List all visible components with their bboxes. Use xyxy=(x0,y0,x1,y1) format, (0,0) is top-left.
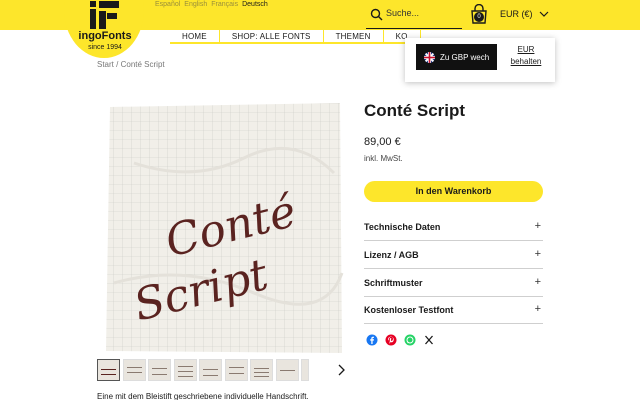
breadcrumb: Start / Conté Script xyxy=(97,60,165,69)
plus-icon: + xyxy=(534,276,541,288)
ingofonts-logo-icon[interactable] xyxy=(89,1,121,31)
thumbnail[interactable] xyxy=(148,359,171,381)
accordion-test-font[interactable]: Kostenloser Testfont + xyxy=(364,296,543,324)
facebook-icon[interactable] xyxy=(366,334,378,346)
breadcrumb-current: Conté Script xyxy=(120,60,165,69)
accordion-label: Kostenloser Testfont xyxy=(364,305,454,315)
accordion-specimen[interactable]: Schriftmuster + xyxy=(364,269,543,297)
chevron-right-icon[interactable] xyxy=(336,364,346,376)
product-image-art: Conté Script xyxy=(106,103,344,353)
tax-note: inkl. MwSt. xyxy=(364,154,403,163)
thumbnail-strip xyxy=(97,359,309,381)
breadcrumb-home[interactable]: Start xyxy=(97,60,114,69)
keep-currency-line1: EUR xyxy=(517,45,535,54)
currency-value: EUR (€) xyxy=(500,9,533,19)
add-to-cart-button[interactable]: In den Warenkorb xyxy=(364,181,543,202)
thumbnail[interactable] xyxy=(250,359,273,381)
search-input[interactable]: Suche... xyxy=(386,8,419,18)
thumbnail[interactable] xyxy=(122,359,146,381)
x-icon[interactable] xyxy=(423,334,435,346)
nav-shop[interactable]: SHOP: ALLE FONTS xyxy=(219,30,324,44)
switch-currency-label: Zu GBP wech xyxy=(440,53,490,62)
lang-fr[interactable]: Français xyxy=(211,1,238,8)
product-title: Conté Script xyxy=(364,101,466,120)
accordion-label: Schriftmuster xyxy=(364,278,423,288)
cart-count-badge: 0 xyxy=(474,12,484,22)
product-page: Español English Français Deutsch ingoFonts … xyxy=(0,0,640,400)
switch-currency-button[interactable]: Zu GBP wech xyxy=(416,44,497,70)
accordion-technical-data[interactable]: Technische Daten + xyxy=(364,213,543,241)
accordion-label: Technische Daten xyxy=(364,222,441,232)
thumbnail[interactable] xyxy=(275,359,299,381)
chevron-down-icon xyxy=(539,11,549,17)
currency-popup: Zu GBP wech EUR behalten xyxy=(405,38,555,82)
nav-home[interactable]: HOME xyxy=(170,30,220,44)
thumbnail[interactable] xyxy=(97,359,120,381)
whatsapp-icon[interactable] xyxy=(404,334,416,346)
search-box[interactable]: Suche... xyxy=(366,0,462,29)
thumbnail[interactable] xyxy=(199,359,222,381)
product-description: Eine mit dem Bleistift geschriebene indi… xyxy=(97,392,309,400)
main-nav: HOME SHOP: ALLE FONTS THEMEN KO xyxy=(170,30,421,44)
plus-icon: + xyxy=(534,303,541,315)
uk-flag-icon xyxy=(424,52,435,63)
lang-es[interactable]: Español xyxy=(155,1,180,8)
plus-icon: + xyxy=(534,220,541,232)
pinterest-icon[interactable] xyxy=(385,334,397,346)
nav-themes[interactable]: THEMEN xyxy=(323,30,384,44)
accordion-label: Lizenz / AGB xyxy=(364,250,419,260)
lang-en[interactable]: English xyxy=(184,1,207,8)
plus-icon: + xyxy=(534,248,541,260)
breadcrumb-separator: / xyxy=(116,60,119,69)
currency-selector[interactable]: EUR (€) xyxy=(494,0,556,29)
keep-currency-link[interactable]: EUR behalten xyxy=(506,44,546,68)
thumbnail[interactable] xyxy=(224,359,248,381)
brand-since: since 1994 xyxy=(88,44,122,51)
accordion-license[interactable]: Lizenz / AGB + xyxy=(364,241,543,269)
product-price: 89,00 € xyxy=(364,136,401,148)
thumbnail[interactable] xyxy=(301,359,309,381)
keep-currency-line2: behalten xyxy=(510,57,542,66)
thumbnail[interactable] xyxy=(173,359,197,381)
lang-de[interactable]: Deutsch xyxy=(242,1,268,8)
product-image[interactable]: Conté Script xyxy=(104,103,344,355)
search-icon xyxy=(370,8,383,21)
brand-name[interactable]: ingoFonts xyxy=(72,30,138,42)
share-bar xyxy=(366,334,442,346)
language-switcher: Español English Français Deutsch xyxy=(155,0,272,9)
